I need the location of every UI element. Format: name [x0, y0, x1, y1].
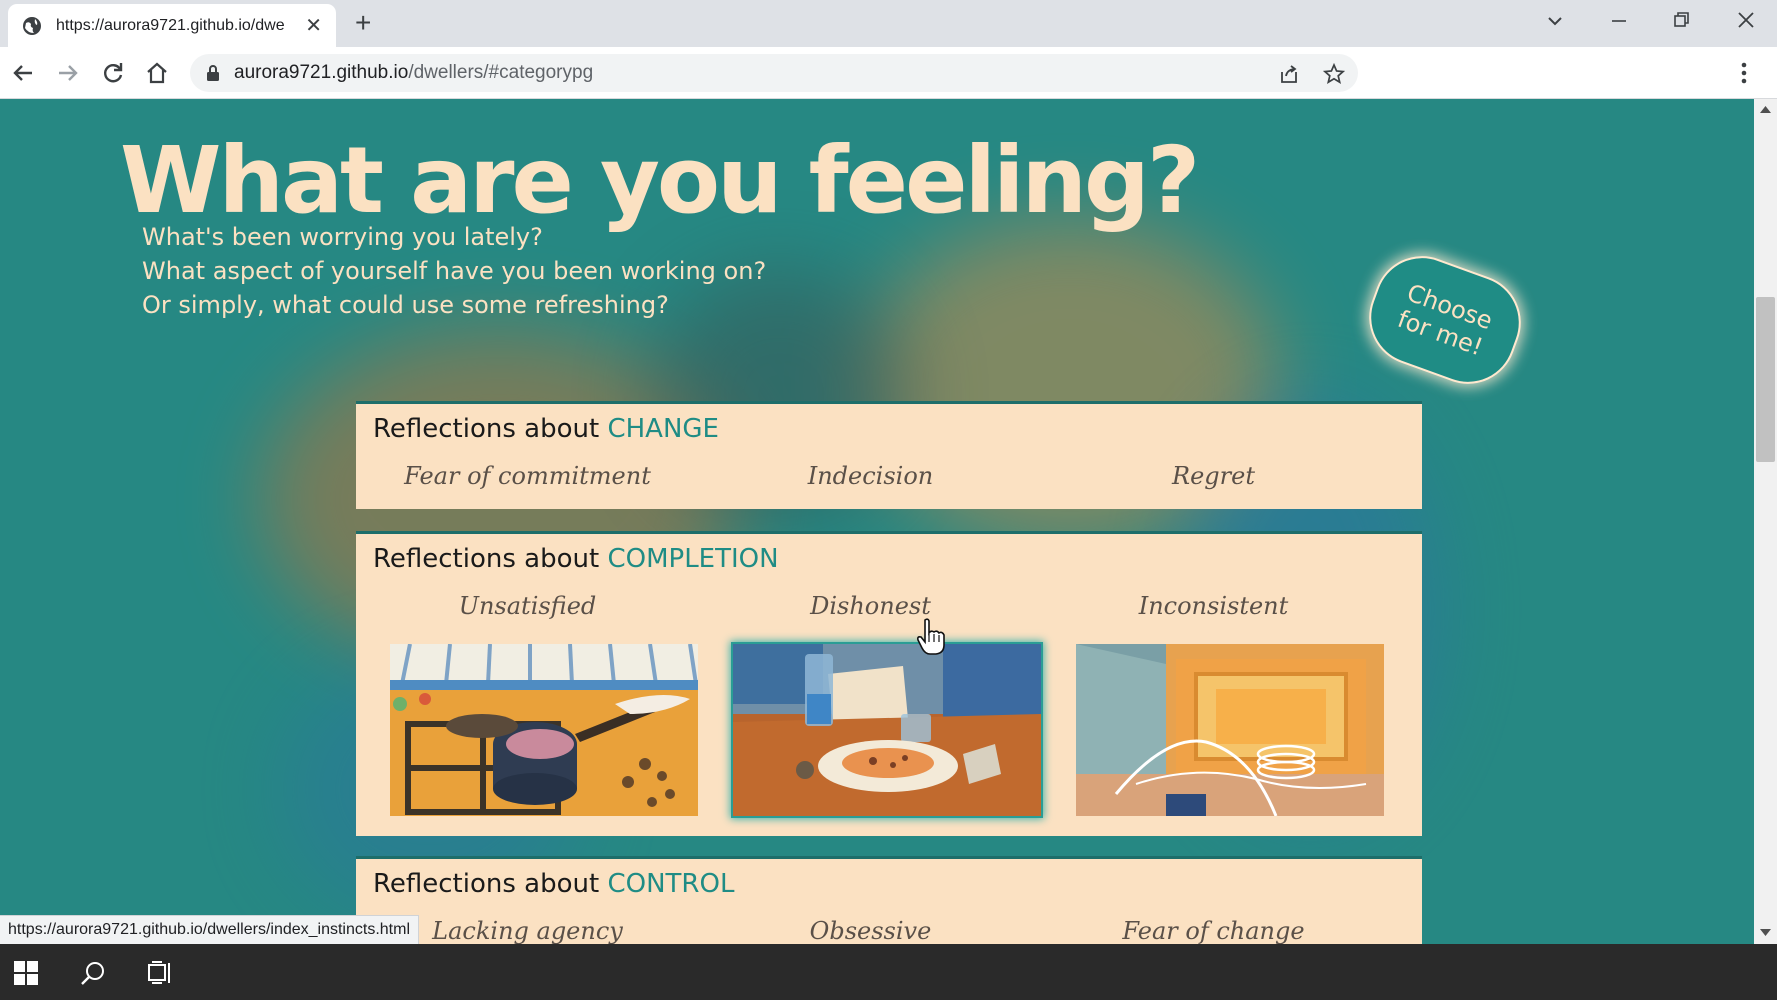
- option-regret[interactable]: Regret: [1042, 462, 1385, 490]
- page-content: What are you feeling? What's been worryi…: [0, 99, 1754, 944]
- lock-icon: [207, 65, 219, 81]
- address-bar[interactable]: aurora9721.github.io/dwellers/#categoryp…: [190, 54, 1358, 92]
- task-view-icon[interactable]: [147, 960, 173, 986]
- taskbar-search-icon[interactable]: [80, 960, 106, 986]
- option-indecision[interactable]: Indecision: [699, 462, 1042, 490]
- option-obsessive[interactable]: Obsessive: [699, 917, 1042, 944]
- thumbnail-dinner-table[interactable]: [731, 642, 1043, 818]
- vertical-scrollbar[interactable]: [1754, 99, 1777, 944]
- option-row: Lacking agency Obsessive Fear of change: [356, 917, 1422, 944]
- scroll-up-icon[interactable]: [1760, 105, 1771, 113]
- back-icon[interactable]: [10, 60, 36, 86]
- option-fear-of-commitment[interactable]: Fear of commitment: [356, 462, 699, 490]
- subtitle-line: What aspect of yourself have you been wo…: [142, 257, 767, 285]
- thumbnail-stove[interactable]: [390, 644, 698, 816]
- home-icon[interactable]: [144, 60, 170, 86]
- category-heading: Reflections about CONTROL: [373, 869, 734, 899]
- browser-menu-icon[interactable]: [1741, 61, 1747, 85]
- thumbnail-oven[interactable]: [1076, 644, 1384, 816]
- thumbnail-row: [390, 642, 1390, 818]
- category-name: CHANGE: [607, 414, 719, 444]
- bookmark-star-icon[interactable]: [1323, 63, 1345, 85]
- option-unsatisfied[interactable]: Unsatisfied: [356, 592, 699, 620]
- category-prefix: Reflections about: [373, 869, 608, 899]
- url-path: /dwellers/#categorypg: [408, 62, 594, 83]
- status-url-bar: https://aurora9721.github.io/dwellers/in…: [0, 915, 419, 945]
- share-icon[interactable]: [1278, 63, 1300, 85]
- tab-strip: https://aurora9721.github.io/dwe ✕ +: [0, 0, 1777, 47]
- option-row: Unsatisfied Dishonest Inconsistent: [356, 592, 1422, 620]
- category-heading: Reflections about COMPLETION: [373, 544, 779, 574]
- subtitle-line: Or simply, what could use some refreshin…: [142, 291, 669, 319]
- subtitle-line: What's been worrying you lately?: [142, 223, 543, 251]
- category-card-change: Reflections about CHANGE Fear of commitm…: [356, 401, 1422, 509]
- category-name: COMPLETION: [607, 544, 779, 574]
- reload-icon[interactable]: [100, 60, 126, 86]
- minimize-icon[interactable]: [1610, 12, 1628, 30]
- close-tab-icon[interactable]: ✕: [305, 15, 322, 35]
- forward-icon[interactable]: [55, 60, 81, 86]
- category-heading: Reflections about CHANGE: [373, 414, 719, 444]
- scroll-down-icon[interactable]: [1760, 929, 1771, 937]
- option-inconsistent[interactable]: Inconsistent: [1042, 592, 1385, 620]
- browser-toolbar: aurora9721.github.io/dwellers/#categoryp…: [0, 47, 1777, 99]
- category-name: CONTROL: [607, 869, 735, 899]
- category-card-control: Reflections about CONTROL Lacking agency…: [356, 856, 1422, 944]
- windows-taskbar: [0, 944, 1777, 1000]
- choose-for-me-button[interactable]: Choose for me!: [1355, 242, 1535, 398]
- url-host: aurora9721.github.io: [234, 62, 409, 83]
- option-row: Fear of commitment Indecision Regret: [356, 462, 1422, 490]
- option-fear-of-change[interactable]: Fear of change: [1042, 917, 1385, 944]
- category-card-completion: Reflections about COMPLETION Unsatisfied…: [356, 531, 1422, 836]
- close-window-icon[interactable]: [1736, 10, 1756, 30]
- globe-icon: [23, 16, 41, 35]
- page-title: What are you feeling?: [120, 127, 1200, 234]
- tab-title: https://aurora9721.github.io/dwe: [56, 16, 285, 34]
- category-prefix: Reflections about: [373, 414, 608, 444]
- choose-for-me-label: Choose for me!: [1393, 278, 1497, 362]
- url-text: aurora9721.github.io/dwellers/#categoryp…: [234, 62, 593, 84]
- hand-cursor-icon: [917, 618, 945, 655]
- browser-tab[interactable]: https://aurora9721.github.io/dwe ✕: [8, 4, 336, 47]
- category-prefix: Reflections about: [373, 544, 608, 574]
- scrollbar-thumb[interactable]: [1756, 297, 1775, 462]
- restore-icon[interactable]: [1672, 10, 1692, 30]
- option-dishonest[interactable]: Dishonest: [699, 592, 1042, 620]
- windows-start-icon[interactable]: [14, 961, 38, 985]
- tab-search-chevron-icon[interactable]: [1546, 12, 1564, 30]
- new-tab-icon[interactable]: +: [355, 8, 371, 38]
